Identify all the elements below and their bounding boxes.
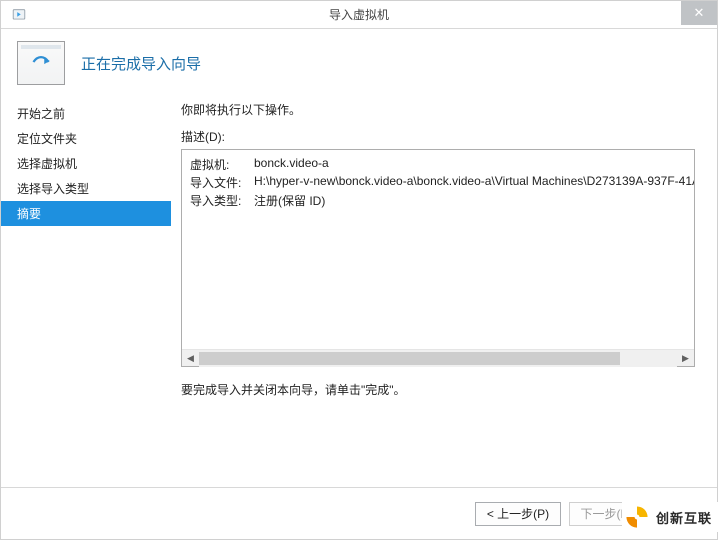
previous-button[interactable]: < 上一步(P) [475, 502, 561, 526]
scroll-thumb[interactable] [199, 352, 620, 365]
instruction-text: 要完成导入并关闭本向导，请单击"完成"。 [181, 381, 695, 398]
wizard-steps-sidebar: 开始之前 定位文件夹 选择虚拟机 选择导入类型 摘要 [1, 95, 171, 487]
summary-value: 注册(保留 ID) [254, 192, 325, 209]
wizard-header: 正在完成导入向导 [1, 29, 717, 95]
wizard-heading: 正在完成导入向导 [81, 53, 201, 74]
summary-value: bonck.video-a [254, 156, 329, 173]
summary-value: H:\hyper-v-new\bonck.video-a\bonck.video… [254, 174, 694, 191]
wizard-footer: < 上一步(P) 下一步(N) > 完 [1, 487, 717, 539]
description-label: 描述(D): [181, 128, 695, 145]
close-icon: ✕ [694, 5, 705, 21]
scroll-right-button[interactable]: ▶ [677, 350, 694, 367]
scroll-track[interactable] [199, 350, 677, 367]
finish-button[interactable]: 完 [663, 502, 703, 526]
description-content: 虚拟机: bonck.video-a 导入文件: H:\hyper-v-new\… [182, 150, 694, 349]
step-locate-folder[interactable]: 定位文件夹 [1, 126, 171, 151]
summary-row-type: 导入类型: 注册(保留 ID) [190, 192, 686, 209]
summary-key: 虚拟机: [190, 156, 254, 173]
summary-key: 导入类型: [190, 192, 254, 209]
step-before-begin[interactable]: 开始之前 [1, 101, 171, 126]
close-button[interactable]: ✕ [681, 1, 717, 25]
step-summary[interactable]: 摘要 [1, 201, 171, 226]
intro-text: 你即将执行以下操作。 [181, 101, 695, 118]
wizard-hero-icon [17, 41, 65, 85]
titlebar-wizard-icon [7, 3, 31, 27]
step-select-vm[interactable]: 选择虚拟机 [1, 151, 171, 176]
import-arrow-icon [28, 49, 54, 78]
wizard-body: 开始之前 定位文件夹 选择虚拟机 选择导入类型 摘要 你即将执行以下操作。 描述… [1, 95, 717, 487]
summary-row-vm: 虚拟机: bonck.video-a [190, 156, 686, 173]
window-title: 导入虚拟机 [329, 6, 389, 23]
titlebar: 导入虚拟机 ✕ [1, 1, 717, 29]
scroll-left-button[interactable]: ◀ [182, 350, 199, 367]
horizontal-scrollbar[interactable]: ◀ ▶ [182, 349, 694, 366]
summary-row-file: 导入文件: H:\hyper-v-new\bonck.video-a\bonck… [190, 174, 686, 191]
next-button: 下一步(N) > [569, 502, 655, 526]
summary-key: 导入文件: [190, 174, 254, 191]
description-box: 虚拟机: bonck.video-a 导入文件: H:\hyper-v-new\… [181, 149, 695, 367]
step-import-type[interactable]: 选择导入类型 [1, 176, 171, 201]
wizard-window: 导入虚拟机 ✕ 正在完成导入向导 开始之前 定位文件夹 选择虚拟机 选择导入类型… [0, 0, 718, 540]
wizard-main-panel: 你即将执行以下操作。 描述(D): 虚拟机: bonck.video-a 导入文… [171, 95, 717, 487]
